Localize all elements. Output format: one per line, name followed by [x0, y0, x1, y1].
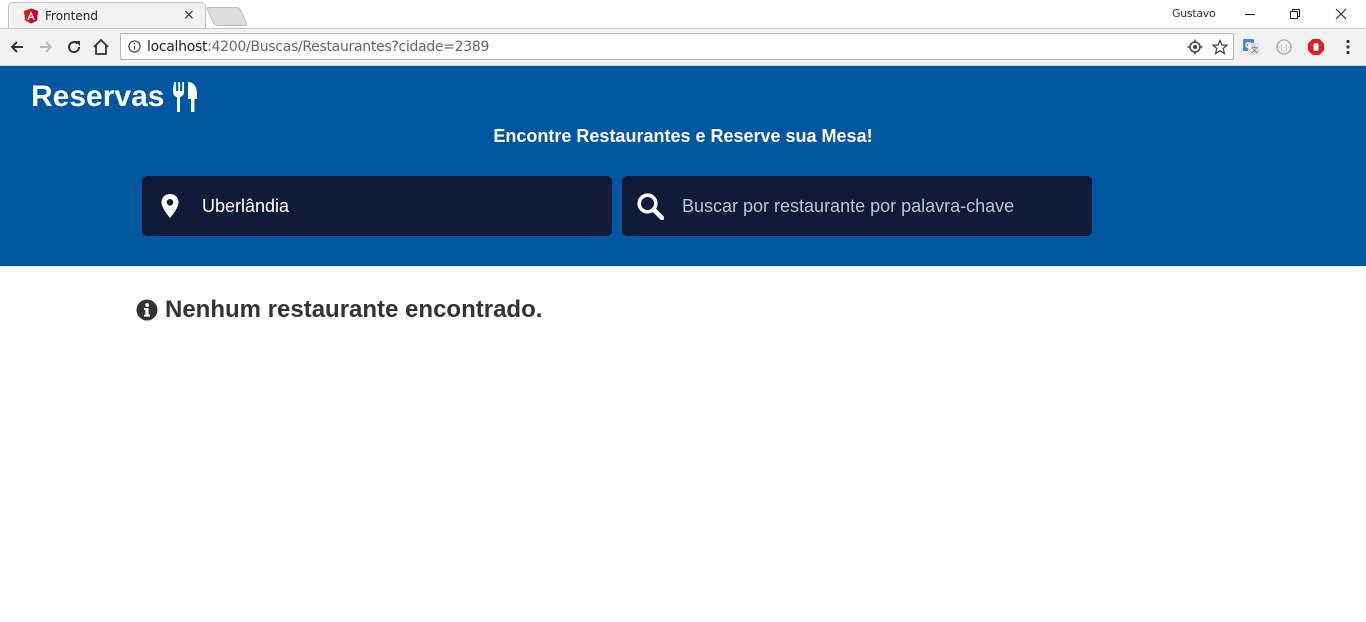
close-icon [1335, 8, 1347, 20]
extension-button[interactable]: (·) [1275, 38, 1293, 56]
home-button[interactable] [91, 37, 111, 57]
page-header: Reservas Encontre Restaurantes e Reserve… [0, 66, 1366, 266]
adblock-hand-icon [1308, 39, 1324, 55]
city-input[interactable] [202, 176, 598, 236]
info-circle-icon [136, 299, 158, 321]
brand-logo[interactable]: Reservas [31, 80, 198, 114]
keyword-field[interactable] [622, 176, 1092, 236]
browser-tab[interactable]: Frontend × [8, 2, 206, 29]
tab-title: Frontend [45, 9, 98, 23]
forward-button[interactable] [36, 37, 56, 57]
empty-results-text: Nenhum restaurante encontrado. [165, 296, 543, 323]
city-field[interactable] [142, 176, 612, 236]
url-host: localhost [147, 39, 208, 55]
keyword-field-icon-wrap [636, 192, 664, 220]
url-path: :4200/Buscas/Restaurantes?cidade=2389 [207, 39, 490, 55]
svg-text:(·): (·) [1280, 44, 1288, 52]
tab-close-button[interactable]: × [183, 7, 195, 23]
search-icon [637, 193, 664, 220]
close-window-button[interactable] [1328, 4, 1354, 24]
browser-menu-button[interactable] [1339, 38, 1357, 56]
city-field-icon-wrap [156, 192, 184, 220]
address-bar[interactable]: localhost:4200/Buscas/Restaurantes?cidad… [120, 33, 1234, 60]
google-translate-icon: G文 [1243, 39, 1259, 55]
angular-logo-icon [24, 8, 38, 24]
url-text[interactable]: localhost:4200/Buscas/Restaurantes?cidad… [147, 39, 489, 55]
page-tagline: Encontre Restaurantes e Reserve sua Mesa… [493, 126, 873, 146]
browser-tab-strip: Frontend × Gustavo [0, 0, 1366, 29]
arrow-left-icon [10, 41, 23, 53]
profile-name[interactable]: Gustavo [1172, 7, 1216, 20]
restore-icon [1290, 9, 1300, 19]
bookmark-star-icon[interactable] [1212, 39, 1228, 55]
svg-text:文: 文 [1251, 45, 1258, 54]
adblock-extension-button[interactable] [1307, 38, 1325, 56]
reload-icon [68, 41, 81, 54]
home-icon [93, 38, 109, 55]
new-tab-button[interactable] [205, 7, 249, 26]
translate-extension-button[interactable]: G文 [1242, 38, 1260, 56]
restore-button[interactable] [1282, 4, 1308, 24]
vertical-dots-icon [1346, 39, 1350, 55]
utensils-icon [173, 82, 198, 112]
info-icon[interactable] [128, 40, 141, 53]
keyword-search-input[interactable] [682, 176, 1078, 236]
back-button[interactable] [7, 37, 27, 57]
arrow-right-icon [40, 41, 53, 53]
reload-button[interactable] [64, 37, 84, 57]
extension-circle-icon: (·) [1276, 39, 1292, 55]
browser-toolbar: localhost:4200/Buscas/Restaurantes?cidad… [0, 29, 1366, 66]
map-marker-icon [161, 194, 179, 218]
minimize-icon [1245, 14, 1255, 15]
brand-name: Reservas [31, 80, 165, 113]
location-target-icon[interactable] [1187, 39, 1203, 55]
empty-results-message: Nenhum restaurante encontrado. [136, 296, 542, 324]
minimize-button[interactable] [1237, 4, 1263, 24]
